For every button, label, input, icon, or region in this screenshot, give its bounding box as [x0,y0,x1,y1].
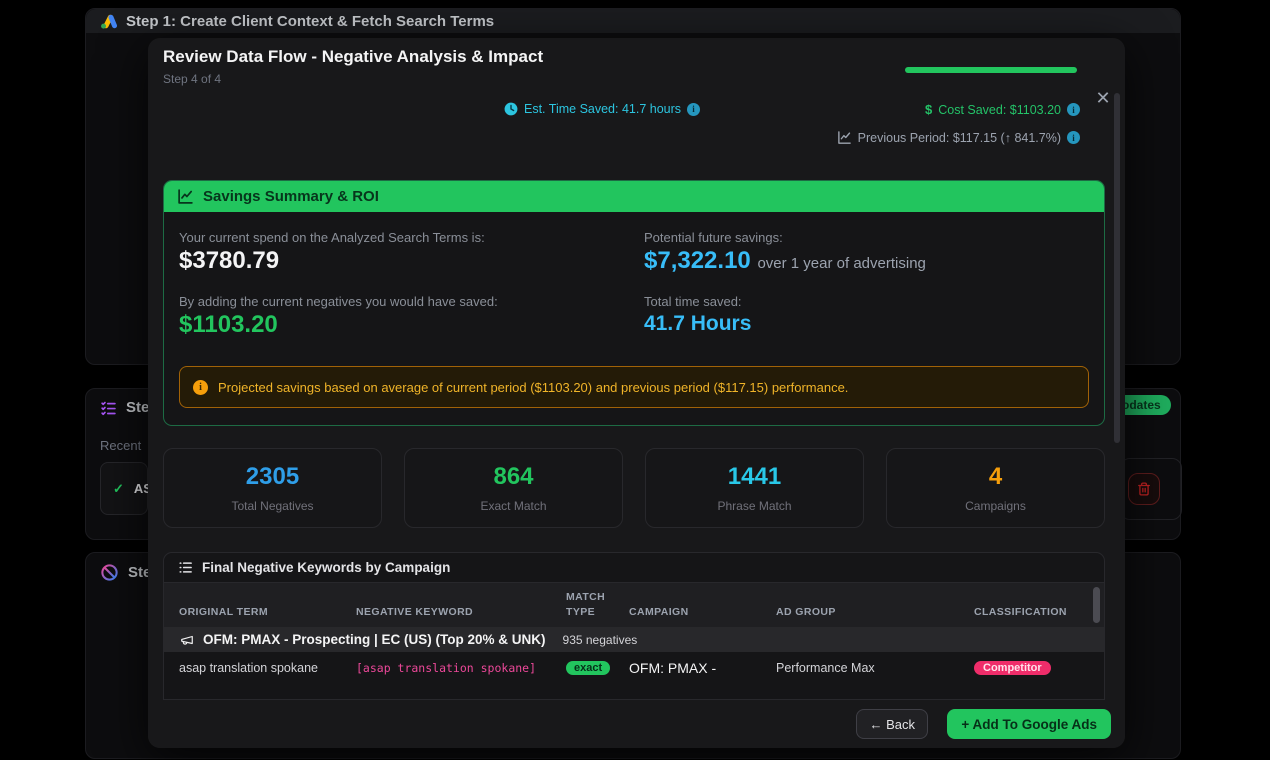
back-button[interactable]: ← Back [856,709,928,739]
campaign-cell: OFM: PMAX - [629,659,717,676]
review-data-flow-modal: Review Data Flow - Negative Analysis & I… [148,38,1125,748]
future-savings-label: Potential future savings: [644,230,783,245]
chart-line-icon [177,188,194,205]
stat-card-campaigns: 4 Campaigns [886,448,1105,528]
future-savings-value: $7,322.10 over 1 year of advertising [644,247,926,275]
table-row[interactable]: asap translation spokane [asap translati… [164,652,1104,683]
stat-card-exact-match: 864 Exact Match [404,448,623,528]
modal-title: Review Data Flow - Negative Analysis & I… [163,47,544,66]
recent-label-fragment: Recent [100,438,142,453]
savings-panel-title: Savings Summary & ROI [203,188,379,205]
modal-step-indicator: Step 4 of 4 [163,72,222,86]
modal-scrollbar-thumb[interactable] [1114,93,1120,443]
previous-period-stat: Previous Period: $117.15 (↑ 841.7%) i [837,130,1080,145]
stat-label: Phrase Match [717,499,792,513]
add-to-google-ads-button[interactable]: + Add To Google Ads [947,709,1111,739]
column-header: CAMPAIGN [629,605,689,618]
stat-value: 2305 [245,463,300,490]
chart-line-icon [837,130,852,145]
step2-title-fragment: Ste [126,399,150,416]
future-savings-amount: $7,322.10 [644,247,751,274]
match-type-cell: exact [566,660,629,675]
savings-panel-header: Savings Summary & ROI [164,181,1104,212]
list-icon [178,560,193,575]
step1-panel-header: Step 1: Create Client Context & Fetch Se… [86,9,1180,33]
info-icon[interactable]: i [1067,131,1080,144]
app-background: Step 1: Create Client Context & Fetch Se… [0,0,1270,760]
megaphone-icon [180,633,194,647]
column-header: CLASSIFICATION [974,605,1067,618]
campaign-group-name: OFM: PMAX - Prospecting | EC (US) (Top 2… [203,632,546,647]
cost-saved-text: Cost Saved: $1103.20 [938,102,1061,117]
stat-value: 864 [493,463,534,490]
savings-summary-panel: Savings Summary & ROI Your current spend… [163,180,1105,426]
stat-card-phrase-match: 1441 Phrase Match [645,448,864,528]
column-header: NEGATIVE KEYWORD [356,605,474,618]
ad-group-cell: Performance Max [776,660,875,675]
negative-keyword-cell: [asap translation spokane] [356,660,537,675]
checklist-icon [100,399,117,416]
clock-icon [504,102,518,116]
column-header: ORIGINAL TERM [179,605,269,618]
match-type-badge: exact [566,661,611,675]
negative-keywords-table: Final Negative Keywords by Campaign ORIG… [163,552,1105,700]
stat-card-total-negatives: 2305 Total Negatives [163,448,382,528]
current-spend-label: Your current spend on the Analyzed Searc… [179,230,485,245]
previous-period-text: Previous Period: $117.15 (↑ 841.7%) [857,130,1061,145]
projection-warning: i Projected savings based on average of … [179,366,1089,408]
time-saved-value: 41.7 Hours [644,312,752,335]
warning-info-icon: i [193,379,208,395]
check-icon: ✓ [113,480,124,496]
cost-saved-stat: $ Cost Saved: $1103.20 i [925,102,1080,117]
google-ads-icon [100,14,117,29]
step1-title: Step 1: Create Client Context & Fetch Se… [126,12,495,30]
column-header: MATCH TYPE [566,590,606,618]
trash-icon [1137,482,1151,496]
projection-warning-text: Projected savings based on average of cu… [218,379,849,395]
classification-cell: Competitor [974,660,1104,675]
campaign-group-count: 935 negatives [562,632,638,647]
delete-button[interactable] [1128,473,1160,505]
table-header-row: ORIGINAL TERM NEGATIVE KEYWORD MATCH TYP… [164,583,1104,627]
close-icon[interactable]: ✕ [1092,87,1114,109]
table-scrollbar-thumb[interactable] [1093,587,1100,623]
time-saved-stat: Est. Time Saved: 41.7 hours i [504,102,701,116]
recent-item[interactable]: ✓ AS [100,462,152,515]
negatives-saved-value: $1103.20 [179,311,278,338]
stat-value: 4 [988,463,1003,490]
current-spend-value: $3780.79 [179,247,280,274]
stat-value: 1441 [727,463,782,490]
progress-bar [905,67,1077,73]
time-saved-label: Total time saved: [644,294,742,309]
future-savings-suffix: over 1 year of advertising [757,255,926,272]
stat-label: Exact Match [480,499,547,513]
table-title-row: Final Negative Keywords by Campaign [164,553,1104,583]
table-title: Final Negative Keywords by Campaign [202,560,451,575]
stat-label: Campaigns [965,499,1026,513]
column-header: AD GROUP [776,605,836,618]
classification-badge: Competitor [974,661,1051,675]
negatives-saved-label: By adding the current negatives you woul… [179,294,498,309]
modal-footer: ← Back + Add To Google Ads [148,700,1125,748]
info-icon[interactable]: i [687,102,701,116]
stat-cards-row: 2305 Total Negatives 864 Exact Match 144… [163,448,1105,528]
stat-label: Total Negatives [231,499,314,513]
campaign-group-row: OFM: PMAX - Prospecting | EC (US) (Top 2… [164,627,1104,652]
info-icon[interactable]: i [1067,103,1080,116]
original-term-cell: asap translation spokane [179,660,318,675]
time-saved-text: Est. Time Saved: 41.7 hours [524,102,682,116]
circle-slash-icon [100,563,119,582]
dollar-icon: $ [924,102,933,117]
